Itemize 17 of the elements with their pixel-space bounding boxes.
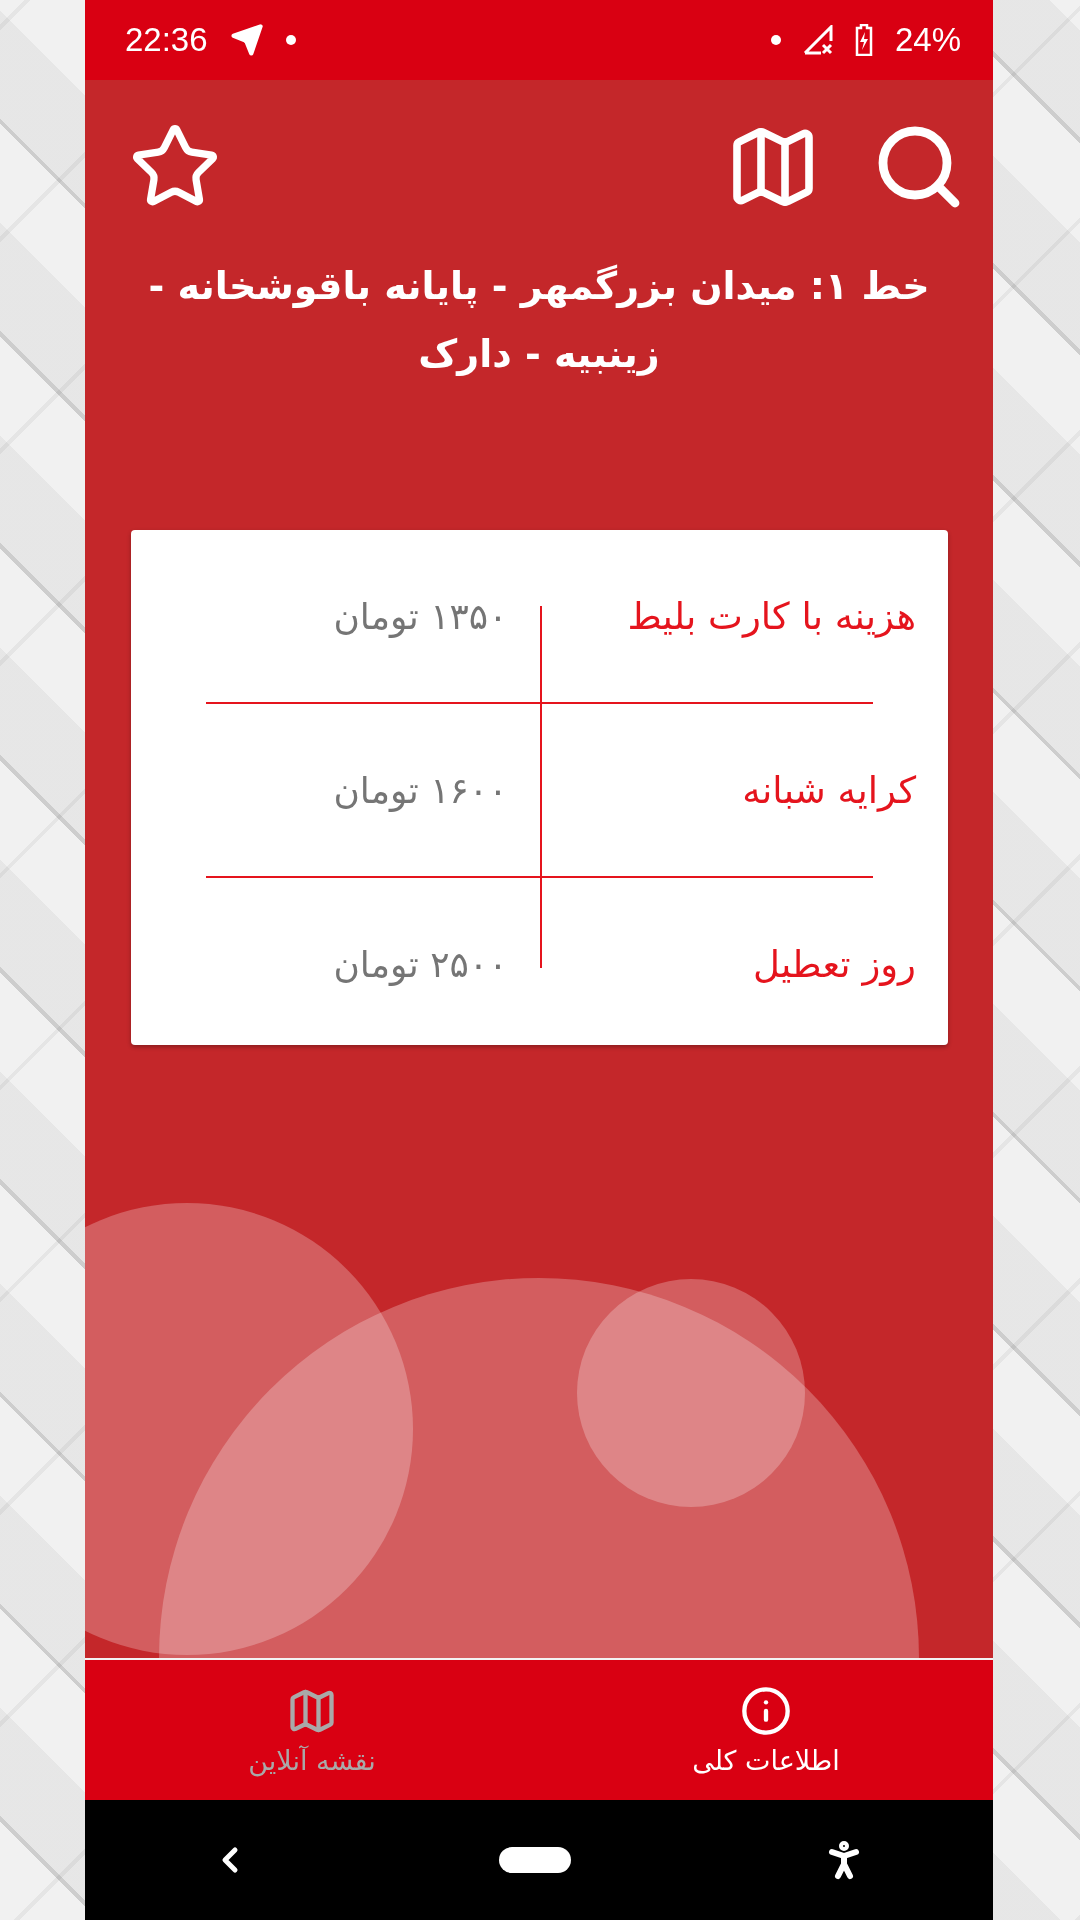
line-title: خط ۱: میدان بزرگمهر - پایانه باقوشخانه - زینبیه - دارک <box>147 263 931 378</box>
fare-value: ۲۵۰۰ تومان <box>333 943 508 985</box>
fare-label: روز تعطیل <box>752 942 916 986</box>
notification-dot-icon <box>770 35 781 45</box>
fare-label: هزینه با کارت بلیط <box>627 594 916 638</box>
paper-plane-icon <box>229 23 264 57</box>
fare-value: ۱۳۵۰ تومان <box>333 595 508 637</box>
battery-charging-icon <box>854 24 873 56</box>
info-icon <box>740 1684 792 1737</box>
fare-value: ۱۶۰۰ تومان <box>333 769 508 811</box>
home-button[interactable] <box>499 1847 571 1873</box>
status-time: 22:36 <box>125 21 208 59</box>
fare-label: کرایه شبانه <box>742 768 916 812</box>
no-signal-icon <box>802 25 833 55</box>
battery-percent: 24% <box>894 21 961 59</box>
nav-tab[interactable]: اطلاعات کلی <box>539 1660 993 1800</box>
notification-dot-icon <box>285 35 296 45</box>
